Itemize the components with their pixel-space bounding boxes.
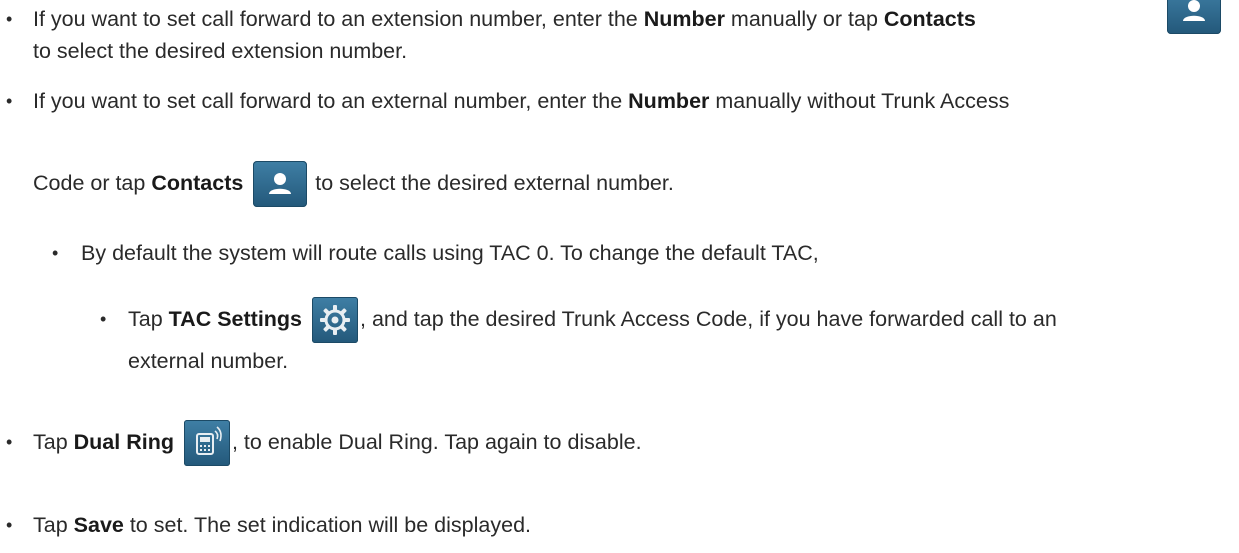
dual-ring-label: Dual Ring	[73, 430, 174, 454]
contacts-button[interactable]	[1167, 0, 1221, 34]
dual-ring-phone-icon	[195, 426, 222, 456]
contacts-button[interactable]	[253, 161, 308, 208]
contacts-label: Contacts	[151, 171, 244, 195]
save-label: Save	[73, 513, 124, 537]
bullet: •	[6, 432, 13, 452]
extension-instruction-line1: If you want to set call forward to an ex…	[33, 7, 976, 31]
contact-person-icon	[1183, 0, 1205, 21]
dual-ring-instruction: Tap Dual Ring , to enable Dual Ring. Tap…	[33, 413, 642, 471]
number-label: Number	[643, 7, 725, 31]
tac-settings-label: TAC Settings	[168, 307, 303, 331]
default-tac-note: By default the system will route calls u…	[81, 241, 819, 265]
bullet: •	[100, 309, 107, 329]
number-label: Number	[628, 89, 710, 113]
dual-ring-button[interactable]	[183, 420, 230, 467]
bullet: •	[6, 9, 13, 29]
tac-settings-instruction-line2: external number.	[128, 349, 289, 373]
extension-instruction-line2: to select the desired extension number.	[33, 39, 408, 63]
bullet: •	[52, 243, 59, 263]
external-instruction-line2: Code or tap Contacts to select the desir…	[33, 160, 674, 208]
save-instruction: Tap Save to set. The set indication will…	[33, 513, 531, 537]
bullet: •	[6, 515, 13, 535]
contacts-label: Contacts	[883, 7, 976, 31]
bullet: •	[6, 91, 13, 111]
tac-settings-button[interactable]	[312, 297, 359, 344]
external-instruction-line1: If you want to set call forward to an ex…	[33, 89, 1010, 113]
contact-person-icon	[269, 173, 292, 195]
gear-icon	[320, 305, 351, 336]
tac-settings-instruction-line1: Tap TAC Settings , and tap the desired T…	[128, 290, 1057, 348]
